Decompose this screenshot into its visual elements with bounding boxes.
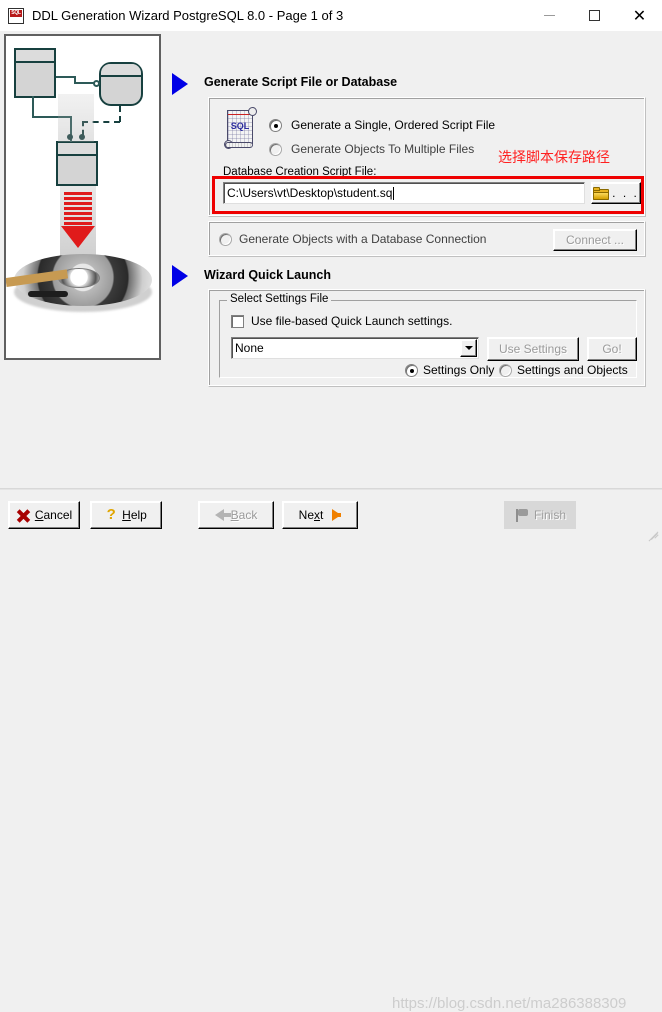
- browse-button-label: . . .: [612, 186, 639, 200]
- flag-icon: [514, 508, 529, 522]
- right-arrow-icon: [332, 509, 342, 521]
- close-button[interactable]: ✕: [617, 0, 662, 31]
- entity-box-3: [56, 141, 98, 186]
- quick-launch-panel: Select Settings File Use file-based Quic…: [208, 289, 646, 387]
- database-connection-panel: Generate Objects with a Database Connect…: [208, 221, 646, 257]
- illustration-canvas: [6, 36, 159, 358]
- client-area: Generate Script File or Database SQL Gen…: [0, 31, 662, 488]
- entity-box-2: [99, 62, 143, 106]
- radio-multiple-files[interactable]: [269, 143, 282, 156]
- text-caret: [393, 186, 395, 200]
- radio-database-connection-label[interactable]: Generate Objects with a Database Connect…: [239, 232, 486, 246]
- annotation-note-text: 选择脚本保存路径: [498, 150, 610, 166]
- radio-single-script[interactable]: [269, 119, 282, 132]
- section-marker-1: [172, 73, 188, 95]
- radio-single-script-label[interactable]: Generate a Single, Ordered Script File: [291, 118, 495, 132]
- radio-settings-only[interactable]: [405, 364, 418, 377]
- red-arrow-head: [61, 226, 95, 248]
- button-bar-separator: [0, 489, 662, 490]
- go-button[interactable]: Go!: [587, 337, 637, 361]
- next-button-label: Next: [298, 508, 324, 522]
- data-beam-upper: [58, 94, 94, 142]
- connect-button[interactable]: Connect ...: [553, 229, 637, 251]
- radio-multiple-files-label[interactable]: Generate Objects To Multiple Files: [291, 142, 474, 156]
- back-button-label: Back: [230, 508, 258, 522]
- window-controls: ✕: [527, 0, 662, 31]
- next-button[interactable]: Next: [282, 501, 358, 529]
- watermark-text: https://blog.csdn.net/ma286388309: [392, 995, 627, 1012]
- chevron-down-icon[interactable]: [460, 339, 477, 357]
- script-file-input[interactable]: C:\Users\vt\Desktop\student.sq: [223, 182, 585, 204]
- radio-settings-and-objects-label[interactable]: Settings and Objects: [517, 363, 628, 377]
- section-marker-2: [172, 265, 188, 287]
- minimize-button[interactable]: [527, 0, 572, 31]
- use-settings-button[interactable]: Use Settings: [487, 337, 579, 361]
- cancel-button[interactable]: Cancel: [8, 501, 80, 529]
- section-title-generate-script: Generate Script File or Database: [204, 75, 398, 89]
- window-body: Generate Script File or Database SQL Gen…: [0, 31, 662, 1012]
- maximize-button[interactable]: [572, 0, 617, 31]
- radio-database-connection[interactable]: [219, 233, 232, 246]
- select-settings-groupbox-label: Select Settings File: [227, 293, 332, 305]
- help-button-label: Help: [122, 508, 147, 522]
- settings-file-combo[interactable]: None: [231, 337, 479, 359]
- help-button[interactable]: ? Help: [90, 501, 162, 529]
- red-arrow-shaft: [64, 192, 92, 227]
- question-mark-icon: ?: [106, 506, 116, 523]
- folder-icon: [593, 186, 610, 200]
- connector-1: [56, 76, 76, 78]
- radio-settings-and-objects[interactable]: [499, 364, 512, 377]
- finish-button-label: Finish: [533, 508, 566, 522]
- script-file-label: Database Creation Script File:: [223, 166, 377, 178]
- section-title-quick-launch: Wizard Quick Launch: [204, 268, 331, 282]
- sql-scroll-icon: SQL: [223, 106, 257, 150]
- title-bar[interactable]: DDL Generation Wizard PostgreSQL 8.0 - P…: [0, 0, 662, 31]
- finish-button[interactable]: Finish: [504, 501, 576, 529]
- browse-file-button[interactable]: . . .: [591, 182, 641, 204]
- back-button[interactable]: Back: [198, 501, 274, 529]
- left-arrow-icon: [214, 509, 231, 521]
- sql-app-icon: [8, 7, 24, 24]
- ddl-generation-illustration: [4, 34, 161, 360]
- use-file-based-settings-label[interactable]: Use file-based Quick Launch settings.: [251, 314, 452, 328]
- connector-endpoint: [93, 80, 100, 87]
- dashed-connector-v: [119, 106, 121, 122]
- resize-grip[interactable]: [646, 524, 660, 542]
- connector-4: [32, 96, 34, 118]
- window-title: DDL Generation Wizard PostgreSQL 8.0 - P…: [32, 8, 344, 23]
- disk-arm-base: [28, 291, 68, 297]
- sql-scroll-label: SQL: [230, 121, 250, 131]
- red-x-icon: [16, 508, 31, 523]
- script-file-value: C:\Users\vt\Desktop\student.sq: [227, 186, 393, 200]
- wizard-button-bar: Cancel ? Help Back Next Finish https://b…: [0, 488, 662, 1012]
- radio-settings-only-label[interactable]: Settings Only: [423, 363, 494, 377]
- cancel-button-label: Cancel: [34, 508, 73, 522]
- settings-file-combo-value: None: [235, 341, 264, 355]
- use-file-based-settings-checkbox[interactable]: [231, 315, 244, 328]
- entity-box-1: [14, 48, 56, 98]
